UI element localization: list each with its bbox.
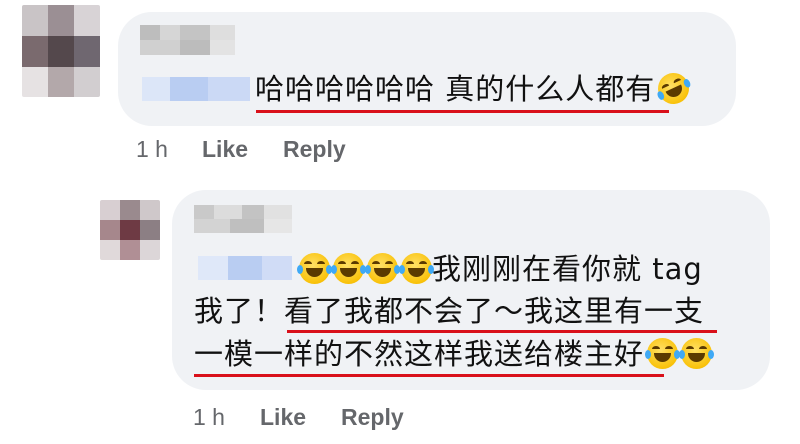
like-button[interactable]: Like (260, 404, 306, 431)
face-with-tears-of-joy-icon (365, 253, 400, 284)
replier-name-redacted[interactable] (194, 205, 294, 233)
reply-button[interactable]: Reply (341, 404, 404, 431)
commenter-name-redacted[interactable] (140, 25, 240, 55)
comment-timestamp[interactable]: 1 h (136, 136, 168, 163)
commenter-avatar[interactable] (22, 5, 100, 97)
highlight-underline (256, 110, 669, 113)
reply-text-line-3: 一模一样的不然这样我送给楼主好 (194, 335, 715, 373)
comment-bubble: 哈哈哈哈哈哈 真的什么人都有 (118, 12, 736, 126)
reply-timestamp[interactable]: 1 h (193, 404, 225, 431)
reply-button[interactable]: Reply (283, 136, 346, 163)
reply-bubble: 我刚刚在看你就 tag 我了！看了我都不会了～我这里有一支 一模一样的不然这样我… (172, 190, 770, 390)
highlight-underline (287, 330, 717, 333)
comment-text: 哈哈哈哈哈哈 真的什么人都有 (255, 67, 695, 110)
reply-text-line-1: 我刚刚在看你就 tag (296, 250, 703, 288)
face-with-tears-of-joy-icon (645, 338, 681, 369)
reply-text-line-2: 我了！看了我都不会了～我这里有一支 (194, 294, 705, 328)
highlight-underline (194, 374, 664, 377)
replier-avatar[interactable] (100, 200, 160, 260)
rolling-on-floor-laughing-icon (653, 67, 695, 110)
face-with-tears-of-joy-icon (297, 253, 332, 284)
like-button[interactable]: Like (202, 136, 248, 163)
face-with-tears-of-joy-icon (399, 253, 434, 284)
face-with-tears-of-joy-icon (679, 338, 715, 369)
tagged-user-redacted[interactable] (198, 256, 292, 280)
tagged-user-redacted[interactable] (142, 77, 250, 101)
face-with-tears-of-joy-icon (331, 253, 366, 284)
